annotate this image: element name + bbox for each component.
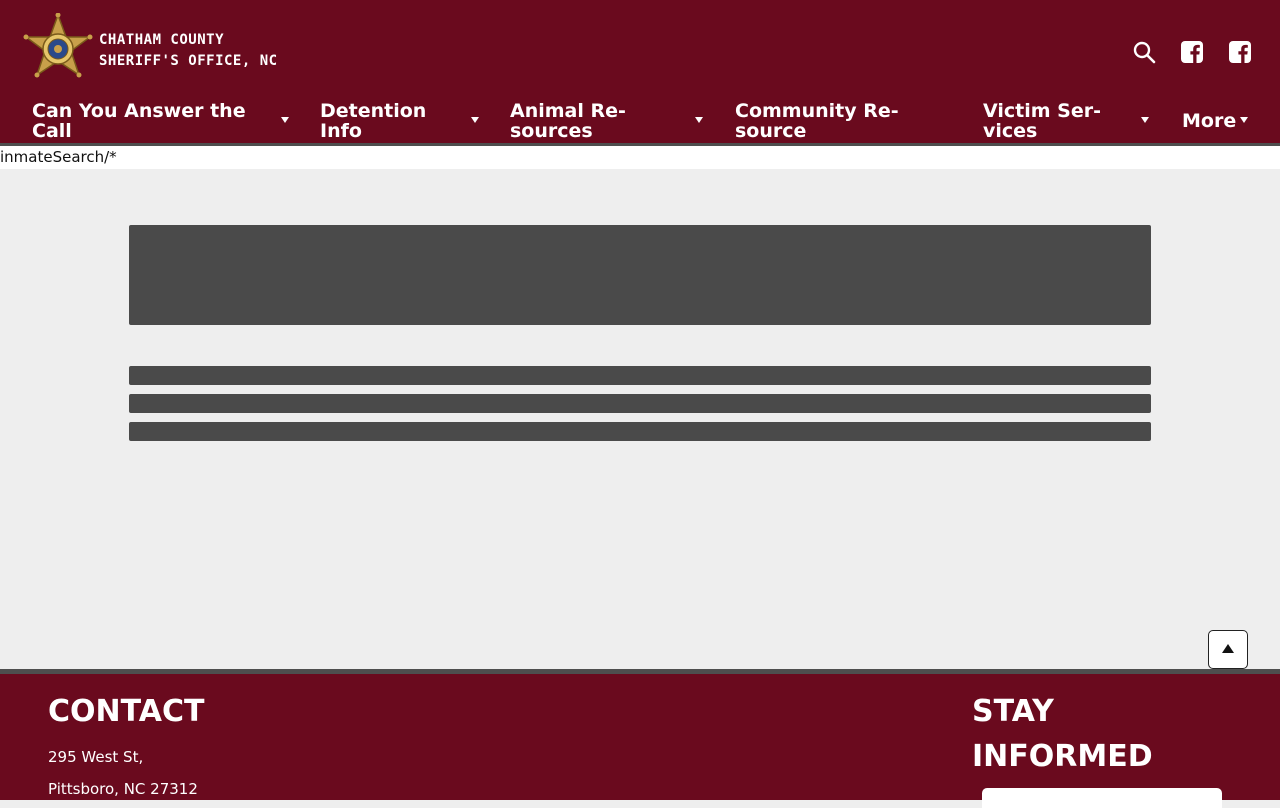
facebook-icon[interactable] <box>1228 40 1252 64</box>
loading-placeholder-line <box>129 422 1151 441</box>
newsletter-input[interactable] <box>982 788 1222 808</box>
loading-placeholder-line <box>129 366 1151 385</box>
contact-heading: CONTACT <box>48 694 205 729</box>
chevron-down-icon[interactable] <box>1141 117 1149 123</box>
chevron-down-icon[interactable] <box>281 117 289 123</box>
address-line-1: 295 West St, <box>48 748 144 766</box>
brand-line-1: CHATHAM COUNTY <box>99 32 225 48</box>
back-to-top-button[interactable] <box>1208 630 1248 669</box>
nav-item-community-resource[interactable]: Community Re- source <box>735 101 915 141</box>
site-header: CHATHAM COUNTY SHERIFF'S OFFICE, NC Can … <box>0 0 1280 143</box>
nav-label: Victim Ser- vices <box>983 100 1101 142</box>
nav-item-victim-services[interactable]: Victim Ser- vices <box>983 101 1108 141</box>
route-path-text: inmateSearch/* <box>0 148 117 166</box>
loading-placeholder-line <box>129 394 1151 413</box>
nav-label: Can You Answer the Call <box>32 100 246 142</box>
stay-informed-heading-line-1: STAY <box>972 694 1054 729</box>
nav-item-detention-info[interactable]: Detention Info <box>320 101 445 141</box>
search-icon[interactable] <box>1132 40 1156 64</box>
brand-name[interactable]: CHATHAM COUNTY SHERIFF'S OFFICE, NC <box>99 30 278 72</box>
nav-item-answer-the-call[interactable]: Can You Answer the Call <box>32 101 257 141</box>
stay-informed-heading-line-2: INFORMED <box>972 739 1153 774</box>
chevron-down-icon[interactable] <box>695 117 703 123</box>
nav-item-more[interactable]: More <box>1182 111 1242 131</box>
nav-label: Animal Re- sources <box>510 100 626 142</box>
brand-line-2: SHERIFF'S OFFICE, NC <box>99 53 278 69</box>
nav-item-animal-resources[interactable]: Animal Re- sources <box>510 101 635 141</box>
nav-label: Community Re- source <box>735 100 899 142</box>
chevron-down-icon[interactable] <box>1240 117 1248 123</box>
address-line-2: Pittsboro, NC 27312 <box>48 780 198 798</box>
chevron-down-icon[interactable] <box>471 117 479 123</box>
nav-label: More <box>1182 110 1237 132</box>
arrow-up-icon <box>1222 644 1234 653</box>
loading-placeholder-title <box>129 225 1151 325</box>
path-bar <box>0 146 1280 169</box>
sheriff-star-badge-icon[interactable] <box>20 12 96 85</box>
nav-label: Detention Info <box>320 100 427 142</box>
site-footer: CONTACT 295 West St, Pittsboro, NC 27312… <box>0 674 1280 808</box>
facebook-icon[interactable] <box>1180 40 1204 64</box>
